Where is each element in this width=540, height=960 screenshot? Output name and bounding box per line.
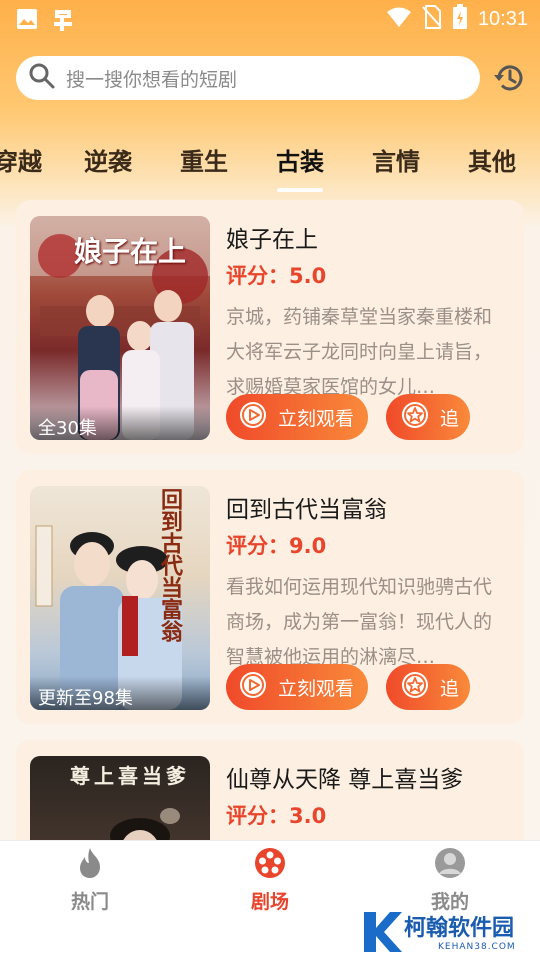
tab-yanqing[interactable]: 言情 bbox=[372, 142, 420, 177]
search-placeholder: 搜一搜你想看的短剧 bbox=[66, 68, 238, 91]
category-tabs: 穿越 逆袭 重生 古装 言情 其他 bbox=[0, 130, 540, 192]
drama-score: 评分：9.0 bbox=[226, 534, 327, 558]
battery-icon bbox=[452, 4, 468, 34]
poster-title-art: 尊上喜当爹 bbox=[70, 764, 190, 788]
tab-qita[interactable]: 其他 bbox=[468, 142, 516, 177]
nav-theater-label: 剧场 bbox=[250, 891, 289, 913]
nav-mine[interactable]: 我的 bbox=[390, 847, 510, 914]
film-reel-icon bbox=[254, 848, 286, 883]
poster-title-art: 娘子在上 bbox=[74, 235, 187, 268]
drama-score: 评分：5.0 bbox=[226, 264, 327, 288]
drama-description: 看我如何运用现代知识驰骋古代商场，成为第一富翁！现代人的智慧被他运用的淋漓尽… bbox=[226, 576, 493, 668]
active-tab-indicator bbox=[277, 188, 323, 192]
drama-card[interactable]: 娘子在上 全30集 娘子在上 评分：5.0 京城，药铺秦草堂当家秦重楼和大将军云… bbox=[16, 200, 524, 454]
nav-theater[interactable]: 剧场 bbox=[210, 847, 330, 914]
watermark-logo: 柯翰软件园 KEHAN38.COM bbox=[360, 908, 536, 956]
nav-hot[interactable]: 热门 bbox=[30, 847, 150, 914]
drama-title: 娘子在上 bbox=[226, 227, 318, 253]
wifi-icon bbox=[386, 6, 412, 32]
play-circle-icon bbox=[238, 400, 268, 435]
drama-poster[interactable]: 回到古代当富翁 更新至98集 bbox=[30, 486, 210, 710]
follow-label: 追 bbox=[440, 407, 460, 430]
episode-badge: 全30集 bbox=[30, 406, 210, 440]
watch-now-button[interactable]: 立刻观看 bbox=[226, 664, 368, 710]
tab-guzhuang[interactable]: 古装 bbox=[276, 142, 324, 177]
drama-title: 回到古代当富翁 bbox=[226, 497, 387, 523]
watermark-name: 柯翰软件园 bbox=[404, 916, 515, 941]
bug-icon bbox=[50, 6, 76, 36]
no-sim-icon bbox=[422, 5, 442, 33]
watermark-url: KEHAN38.COM bbox=[438, 942, 516, 952]
image-icon bbox=[16, 8, 38, 34]
tab-chongsheng[interactable]: 重生 bbox=[180, 142, 228, 177]
star-circle-icon bbox=[400, 670, 430, 705]
user-icon bbox=[434, 848, 466, 883]
drama-card[interactable]: 回到古代当富翁 更新至98集 回到古代当富翁 评分：9.0 看我如何运用现代知识… bbox=[16, 470, 524, 724]
watch-now-label: 立刻观看 bbox=[278, 677, 355, 700]
nav-hot-label: 热门 bbox=[70, 891, 109, 913]
follow-button[interactable]: 追 bbox=[386, 394, 470, 440]
episode-badge: 更新至98集 bbox=[30, 676, 210, 710]
search-icon bbox=[28, 62, 56, 94]
watch-now-button[interactable]: 立刻观看 bbox=[226, 394, 368, 440]
status-time: 10:31 bbox=[477, 7, 528, 30]
drama-score: 评分：3.0 bbox=[226, 804, 327, 828]
play-circle-icon bbox=[238, 670, 268, 705]
tab-chuanyue[interactable]: 穿越 bbox=[0, 142, 42, 177]
status-bar: 10:31 bbox=[0, 0, 540, 36]
tab-nixi[interactable]: 逆袭 bbox=[84, 142, 132, 177]
follow-button[interactable]: 追 bbox=[386, 664, 470, 710]
drama-title: 仙尊从天降 尊上喜当爹 bbox=[226, 767, 464, 793]
star-circle-icon bbox=[400, 400, 430, 435]
flame-icon bbox=[75, 848, 105, 883]
history-button[interactable] bbox=[492, 60, 528, 96]
drama-poster[interactable]: 娘子在上 全30集 bbox=[30, 216, 210, 440]
watch-now-label: 立刻观看 bbox=[278, 407, 355, 430]
search-input[interactable]: 搜一搜你想看的短剧 bbox=[16, 56, 480, 100]
poster-title-art: 回到古代当富翁 bbox=[157, 488, 183, 642]
follow-label: 追 bbox=[440, 677, 460, 700]
drama-description: 京城，药铺秦草堂当家秦重楼和大将军云子龙同时向皇上请旨，求赐婚莫家医馆的女儿… bbox=[226, 306, 493, 398]
history-icon bbox=[492, 65, 528, 100]
